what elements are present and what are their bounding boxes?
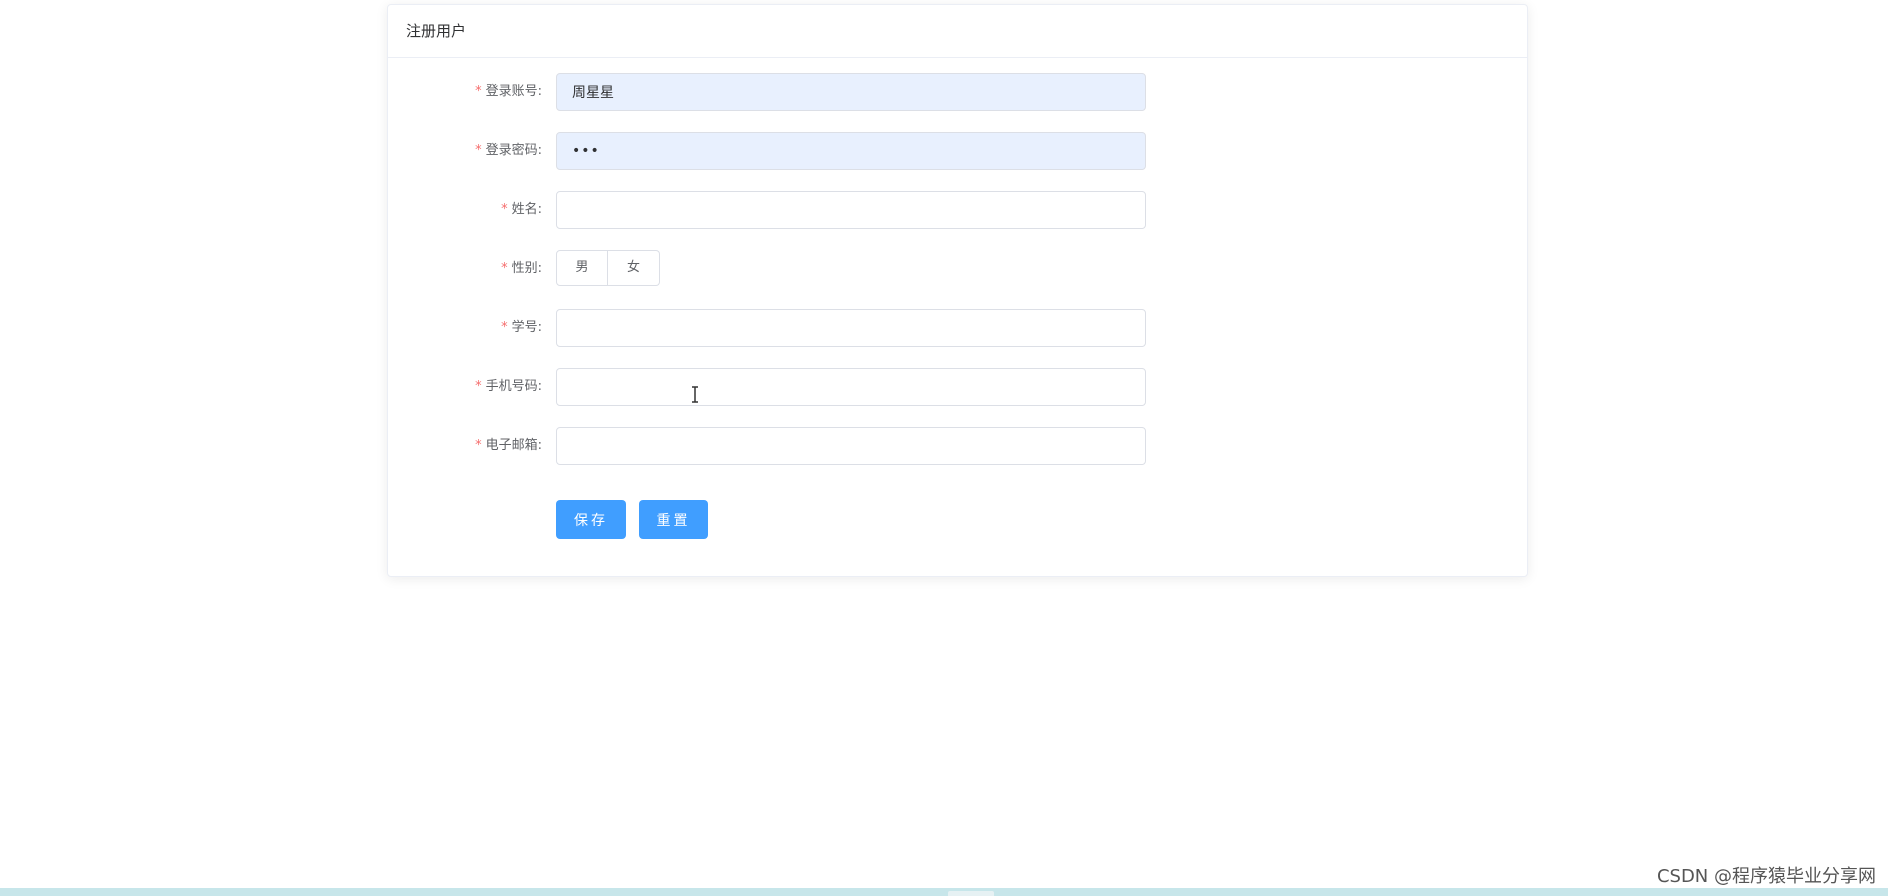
required-mark: * <box>475 379 482 394</box>
gender-option-male[interactable]: 男 <box>556 250 608 286</box>
student-id-input[interactable] <box>556 309 1146 347</box>
form-row-email: * 电子邮箱: <box>388 427 1527 465</box>
required-mark: * <box>475 143 482 158</box>
reset-button[interactable]: 重置 <box>639 500 708 539</box>
required-mark: * <box>475 84 482 99</box>
form-row-phone: * 手机号码: <box>388 368 1527 406</box>
phone-input[interactable] <box>556 368 1146 406</box>
gender-label: * 性别: <box>501 261 542 276</box>
bottom-scroll-handle[interactable] <box>948 891 994 896</box>
form-row-password: * 登录密码: <box>388 132 1527 170</box>
gender-radio-group: 男 女 <box>556 250 660 288</box>
form-row-name: * 姓名: <box>388 191 1527 229</box>
form-actions: 保存 重置 <box>388 500 1527 539</box>
watermark: CSDN @程序猿毕业分享网 <box>1656 866 1876 887</box>
phone-label: * 手机号码: <box>475 379 542 394</box>
card-title: 注册用户 <box>388 5 1527 58</box>
form-row-account: * 登录账号: <box>388 73 1527 111</box>
register-card: 注册用户 *登录账号: *登录密码: *姓名: *性别: 男 女 *学号: <box>387 4 1528 577</box>
name-input[interactable] <box>556 191 1146 229</box>
student-id-label: * 学号: <box>501 320 542 335</box>
name-label: * 姓名: <box>501 202 542 217</box>
password-label: * 登录密码: <box>475 143 542 158</box>
form-row-gender: * 性别: 男 女 <box>388 250 1527 288</box>
bottom-scroll-bar <box>0 888 1888 896</box>
required-mark: * <box>501 261 508 276</box>
required-mark: * <box>501 320 508 335</box>
account-input[interactable] <box>556 73 1146 111</box>
form-row-student-id: * 学号: <box>388 309 1527 347</box>
required-mark: * <box>475 438 482 453</box>
email-label: * 电子邮箱: <box>475 438 542 453</box>
save-button[interactable]: 保存 <box>556 500 626 539</box>
required-mark: * <box>501 202 508 217</box>
email-input[interactable] <box>556 427 1146 465</box>
account-label: * 登录账号: <box>475 84 542 99</box>
text-cursor-icon <box>692 386 698 403</box>
password-input[interactable] <box>556 132 1146 170</box>
gender-option-female[interactable]: 女 <box>608 250 660 286</box>
